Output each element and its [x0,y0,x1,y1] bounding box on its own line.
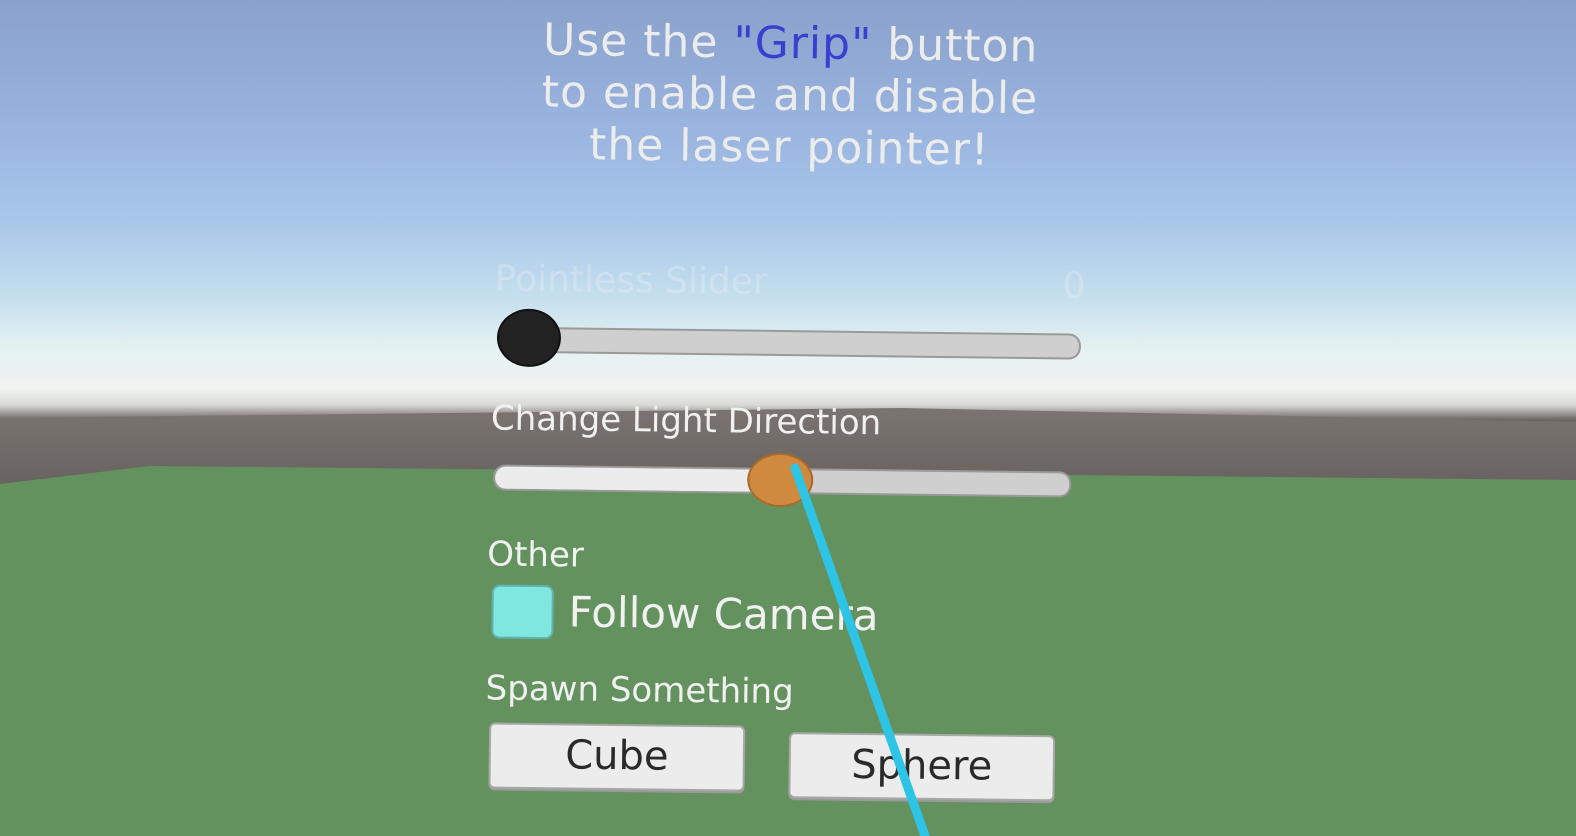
ui-panel: Pointless Slider 0 Change Light Directio… [0,0,1576,836]
pointless-slider-handle[interactable] [496,308,562,368]
vr-scene: Use the "Grip" button to enable and disa… [0,0,1576,836]
follow-camera-checkbox[interactable] [491,584,554,640]
pointless-slider-track[interactable] [498,326,1082,360]
spawn-sphere-button[interactable]: Sphere [788,732,1056,802]
spawn-heading: Spawn Something [485,668,794,713]
pointless-slider-label: Pointless Slider [494,258,769,303]
pointless-slider-value: 0 [1062,265,1086,307]
light-direction-slider-fill [495,466,783,493]
light-direction-slider-handle[interactable] [746,452,814,508]
spawn-cube-button[interactable]: Cube [488,722,746,792]
light-direction-label: Change Light Direction [490,398,882,444]
other-heading: Other [487,534,585,576]
follow-camera-label[interactable]: Follow Camera [568,587,878,640]
